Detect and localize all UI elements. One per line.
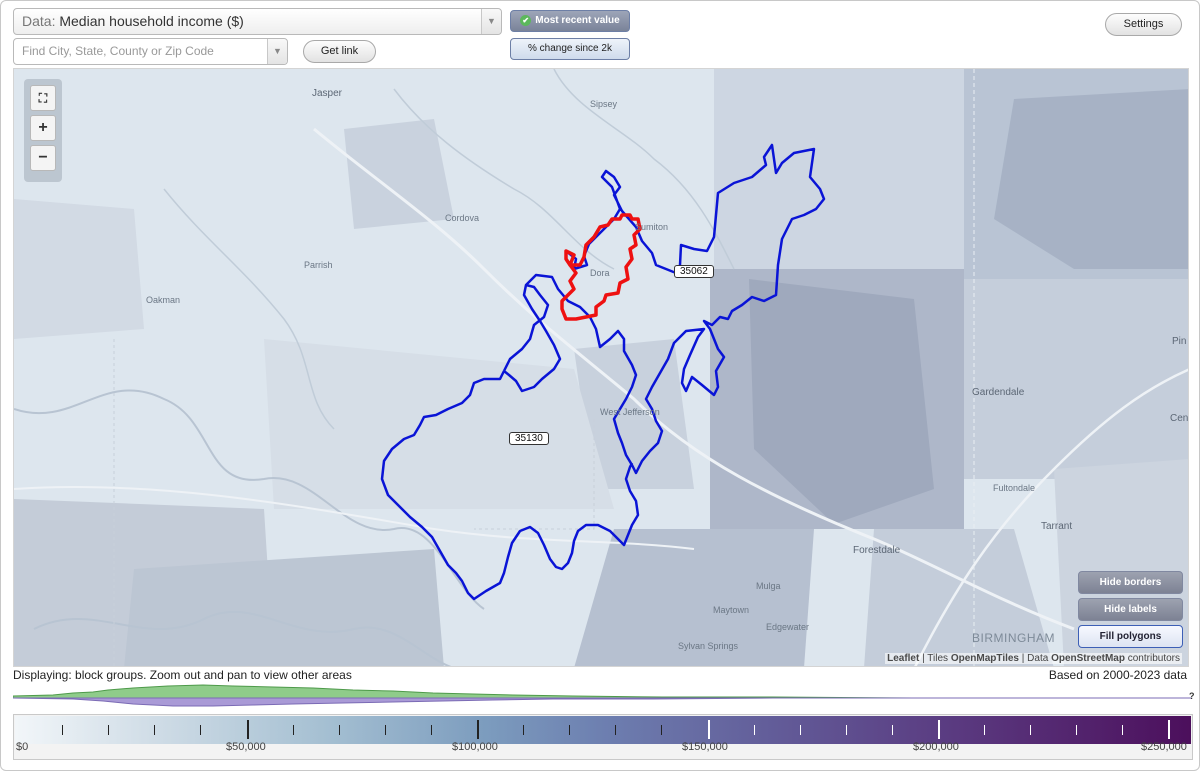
legend-tick	[339, 725, 340, 735]
data-range-note: Based on 2000-2023 data	[1048, 668, 1187, 682]
distribution-histogram	[13, 684, 1191, 707]
legend-tick	[1030, 725, 1031, 735]
attribution-text: contributors	[1127, 653, 1180, 664]
legend-tick	[615, 725, 616, 735]
place-label: Tarrant	[1041, 521, 1073, 532]
legend-tick	[293, 725, 294, 735]
zip-label-35062[interactable]: 35062	[674, 265, 714, 278]
legend-tick	[800, 725, 801, 735]
location-search[interactable]: ▼	[13, 38, 288, 65]
place-label: Cordova	[445, 213, 480, 223]
legend-label: $50,000	[226, 741, 266, 753]
chevron-down-icon[interactable]: ▼	[481, 9, 501, 34]
app-frame: Data: Median household income ($) ▼ ▼ Ge…	[0, 0, 1200, 771]
zip-label-35130[interactable]: 35130	[509, 432, 549, 445]
legend-tick	[108, 725, 109, 735]
place-label: Sumiton	[635, 222, 669, 232]
fullscreen-icon[interactable]: ⛶	[30, 85, 56, 111]
legend-label: $150,000	[682, 741, 728, 753]
openmaptiles-link[interactable]: OpenMapTiles	[951, 653, 1019, 664]
legend-tick	[477, 720, 479, 739]
legend-label: $100,000	[452, 741, 498, 753]
place-label: Sylvan Springs	[678, 641, 739, 651]
place-label: Oakman	[146, 295, 181, 305]
legend-tick	[247, 720, 249, 739]
legend-tick	[62, 725, 63, 735]
legend-tick	[385, 725, 386, 735]
chevron-down-icon[interactable]: ▼	[267, 39, 287, 64]
legend-tick	[431, 725, 432, 735]
most-recent-toggle[interactable]: ✔ Most recent value	[510, 10, 630, 32]
hide-labels-button[interactable]: Hide labels	[1078, 598, 1183, 621]
zoom-out-button[interactable]: −	[30, 145, 56, 171]
legend-tick	[708, 720, 710, 739]
place-label: West Jefferson	[600, 407, 660, 417]
data-value: Median household income ($)	[59, 13, 244, 29]
legend-tick	[984, 725, 985, 735]
legend-gradient	[15, 716, 1191, 744]
legend-label: $250,000	[1141, 741, 1187, 753]
legend-label: $0	[16, 741, 29, 753]
legend-tick	[846, 725, 847, 735]
map-base-layer	[14, 69, 1188, 666]
percent-change-toggle[interactable]: % change since 2k	[510, 38, 630, 60]
get-link-button[interactable]: Get link	[303, 40, 376, 63]
legend-tick	[200, 725, 201, 735]
attribution-text: | Data	[1021, 653, 1049, 664]
most-recent-label: Most recent value	[535, 15, 620, 26]
zoom-in-button[interactable]: +	[30, 115, 56, 141]
data-selector[interactable]: Data: Median household income ($) ▼	[13, 8, 502, 35]
choropleth-map[interactable]: Jasper Sipsey Cordova Dora Sumiton Parri…	[13, 68, 1189, 667]
place-label: Parrish	[304, 260, 333, 270]
legend-tick	[523, 725, 524, 735]
place-label: Mulga	[756, 581, 781, 591]
displaying-note: Displaying: block groups. Zoom out and p…	[13, 668, 352, 682]
place-label: Edgewater	[766, 622, 810, 632]
data-prefix: Data:	[22, 13, 56, 29]
check-icon: ✔	[520, 14, 532, 26]
legend-tick	[754, 725, 755, 735]
color-legend: $0 $50,000 $100,000 $150,000 $200,000 $2…	[13, 714, 1193, 760]
place-label: Fultondale	[993, 483, 1036, 493]
attribution-text: | Tiles	[922, 653, 949, 664]
place-label: Pin	[1172, 336, 1187, 347]
place-label: Maytown	[713, 605, 750, 615]
openstreetmap-link[interactable]: OpenStreetMap	[1051, 653, 1125, 664]
legend-tick	[892, 725, 893, 735]
histogram-help-icon[interactable]: ?	[1189, 691, 1195, 701]
place-label: Center	[1170, 413, 1189, 424]
legend-tick	[569, 725, 570, 735]
leaflet-link[interactable]: Leaflet	[887, 653, 919, 664]
legend-tick	[154, 725, 155, 735]
hide-borders-button[interactable]: Hide borders	[1078, 571, 1183, 594]
zoom-controls: ⛶ + −	[24, 79, 62, 182]
legend-label: $200,000	[913, 741, 959, 753]
search-input[interactable]	[22, 44, 262, 58]
legend-tick	[938, 720, 940, 739]
legend-tick	[661, 725, 662, 735]
place-label: Gardendale	[972, 387, 1025, 398]
legend-tick	[1076, 725, 1077, 735]
place-label: Sipsey	[590, 99, 618, 109]
fill-polygons-button[interactable]: Fill polygons	[1078, 625, 1183, 648]
place-label: Forestdale	[853, 545, 901, 556]
place-label: Dora	[590, 268, 610, 278]
settings-button[interactable]: Settings	[1105, 13, 1182, 36]
place-label: Jasper	[312, 88, 343, 99]
legend-tick	[1168, 720, 1170, 739]
place-label: BIRMINGHAM	[972, 631, 1055, 645]
map-attribution: Leaflet | Tiles OpenMapTiles | Data Open…	[885, 653, 1182, 664]
legend-tick	[1122, 725, 1123, 735]
